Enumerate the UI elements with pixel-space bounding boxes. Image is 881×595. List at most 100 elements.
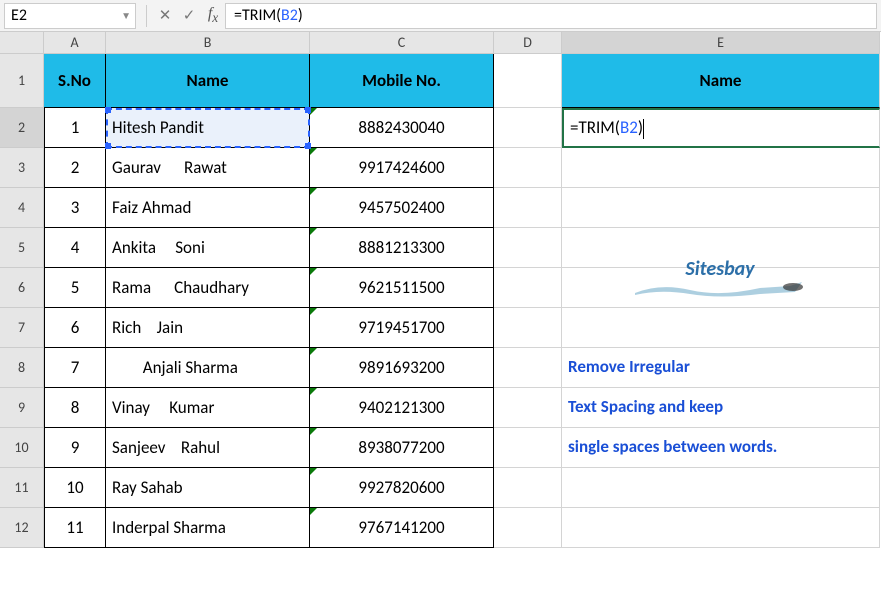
cell-D5[interactable]: [494, 228, 562, 268]
cell-D4[interactable]: [494, 188, 562, 228]
formula-suffix: ): [298, 6, 303, 25]
cell-sno[interactable]: 2: [44, 148, 106, 188]
cell-sno[interactable]: 6: [44, 308, 106, 348]
cell-E7[interactable]: [562, 308, 880, 348]
cell-E9[interactable]: Text Spacing and keep: [562, 388, 880, 428]
cell-name[interactable]: Ankita Soni: [106, 228, 310, 268]
name-box[interactable]: E2 ▼: [4, 3, 136, 29]
row-header-6[interactable]: 6: [0, 268, 44, 308]
pen-icon: [620, 279, 820, 297]
row-header-8[interactable]: 8: [0, 348, 44, 388]
cell-E12[interactable]: [562, 508, 880, 548]
cell-mobile[interactable]: 9767141200: [310, 508, 494, 548]
formula-bar: E2 ▼ ✕ ✓ fx =TRIM(B2): [0, 0, 881, 32]
fx-icon[interactable]: fx: [201, 5, 225, 26]
cell-E3[interactable]: [562, 148, 880, 188]
select-all-corner[interactable]: [0, 32, 44, 54]
cell-D3[interactable]: [494, 148, 562, 188]
col-header-C[interactable]: C: [310, 32, 494, 54]
col-header-E[interactable]: E: [562, 32, 880, 54]
cell-D8[interactable]: [494, 348, 562, 388]
row-header-1[interactable]: 1: [0, 54, 44, 108]
header-name2[interactable]: Name: [562, 54, 880, 108]
cell-sno[interactable]: 1: [44, 108, 106, 148]
cell-name[interactable]: Rich Jain: [106, 308, 310, 348]
cancel-icon[interactable]: ✕: [153, 6, 177, 25]
cell-name[interactable]: Anjali Sharma: [106, 348, 310, 388]
cell-mobile[interactable]: 8938077200: [310, 428, 494, 468]
cell-D7[interactable]: [494, 308, 562, 348]
cell-D11[interactable]: [494, 468, 562, 508]
row-header-9[interactable]: 9: [0, 388, 44, 428]
cell-E11[interactable]: [562, 468, 880, 508]
edit-ref: B2: [620, 117, 638, 138]
cell-sno[interactable]: 9: [44, 428, 106, 468]
cell-mobile[interactable]: 9621511500: [310, 268, 494, 308]
chevron-down-icon[interactable]: ▼: [121, 9, 131, 22]
formula-input[interactable]: =TRIM(B2): [225, 3, 877, 29]
header-mobile[interactable]: Mobile No.: [310, 54, 494, 108]
table-row: 98Vinay Kumar9402121300 Text Spacing and …: [0, 388, 881, 428]
cell-sno[interactable]: 3: [44, 188, 106, 228]
table-row: 76Rich Jain9719451700: [0, 308, 881, 348]
table-row: 1 S.No Name Mobile No. Name: [0, 54, 881, 108]
cell-name[interactable]: Rama Chaudhary: [106, 268, 310, 308]
col-header-B[interactable]: B: [106, 32, 310, 54]
cell-mobile[interactable]: 9719451700: [310, 308, 494, 348]
cell-mobile[interactable]: 9457502400: [310, 188, 494, 228]
cell-name[interactable]: Sanjeev Rahul: [106, 428, 310, 468]
table-row: 87 Anjali Sharma9891693200 Remove Irregul…: [0, 348, 881, 388]
cell-D6[interactable]: [494, 268, 562, 308]
cell-mobile[interactable]: 8881213300: [310, 228, 494, 268]
cell-mobile[interactable]: 9402121300: [310, 388, 494, 428]
watermark: Sitesbay: [620, 257, 820, 297]
cell-mobile[interactable]: 9891693200: [310, 348, 494, 388]
header-name[interactable]: Name: [106, 54, 310, 108]
cell-D2[interactable]: [494, 108, 562, 148]
header-sno[interactable]: S.No: [44, 54, 106, 108]
cell-E8[interactable]: Remove Irregular: [562, 348, 880, 388]
row-header-3[interactable]: 3: [0, 148, 44, 188]
row-header-7[interactable]: 7: [0, 308, 44, 348]
cell-D10[interactable]: [494, 428, 562, 468]
table-row: 1110Ray Sahab9927820600: [0, 468, 881, 508]
cell-sno[interactable]: 11: [44, 508, 106, 548]
row-header-10[interactable]: 10: [0, 428, 44, 468]
cell-E4[interactable]: [562, 188, 880, 228]
cell-sno[interactable]: 10: [44, 468, 106, 508]
table-row: 109Sanjeev Rahul8938077200 single spaces …: [0, 428, 881, 468]
cell-D12[interactable]: [494, 508, 562, 548]
cell-sno[interactable]: 7: [44, 348, 106, 388]
row-header-11[interactable]: 11: [0, 468, 44, 508]
cell-sno[interactable]: 8: [44, 388, 106, 428]
cell-D9[interactable]: [494, 388, 562, 428]
table-row: 32Gaurav Rawat9917424600: [0, 148, 881, 188]
column-headers: A B C D E: [0, 32, 881, 54]
cell-mobile[interactable]: 8882430040: [310, 108, 494, 148]
table-row: 43Faiz Ahmad9457502400: [0, 188, 881, 228]
cell-name[interactable]: Ray Sahab: [106, 468, 310, 508]
cell-name[interactable]: Faiz Ahmad: [106, 188, 310, 228]
text-cursor: [643, 119, 644, 139]
cell-name[interactable]: Hitesh Pandit: [106, 108, 310, 148]
row-header-2[interactable]: 2: [0, 108, 44, 148]
col-header-D[interactable]: D: [494, 32, 562, 54]
table-row: 1211Inderpal Sharma9767141200: [0, 508, 881, 548]
cell-E10[interactable]: single spaces between words.: [562, 428, 880, 468]
cell-sno[interactable]: 4: [44, 228, 106, 268]
row-header-5[interactable]: 5: [0, 228, 44, 268]
cell-D1[interactable]: [494, 54, 562, 108]
cell-name[interactable]: Inderpal Sharma: [106, 508, 310, 548]
watermark-text: Sitesbay: [620, 257, 820, 281]
active-edit-cell[interactable]: =TRIM(B2): [562, 108, 880, 148]
row-header-12[interactable]: 12: [0, 508, 44, 548]
row-header-4[interactable]: 4: [0, 188, 44, 228]
spreadsheet-grid: A B C D E 1 S.No Name Mobile No. Name 2 …: [0, 32, 881, 548]
cell-sno[interactable]: 5: [44, 268, 106, 308]
cell-mobile[interactable]: 9917424600: [310, 148, 494, 188]
confirm-icon[interactable]: ✓: [177, 6, 201, 25]
cell-name[interactable]: Gaurav Rawat: [106, 148, 310, 188]
cell-name[interactable]: Vinay Kumar: [106, 388, 310, 428]
cell-mobile[interactable]: 9927820600: [310, 468, 494, 508]
col-header-A[interactable]: A: [44, 32, 106, 54]
